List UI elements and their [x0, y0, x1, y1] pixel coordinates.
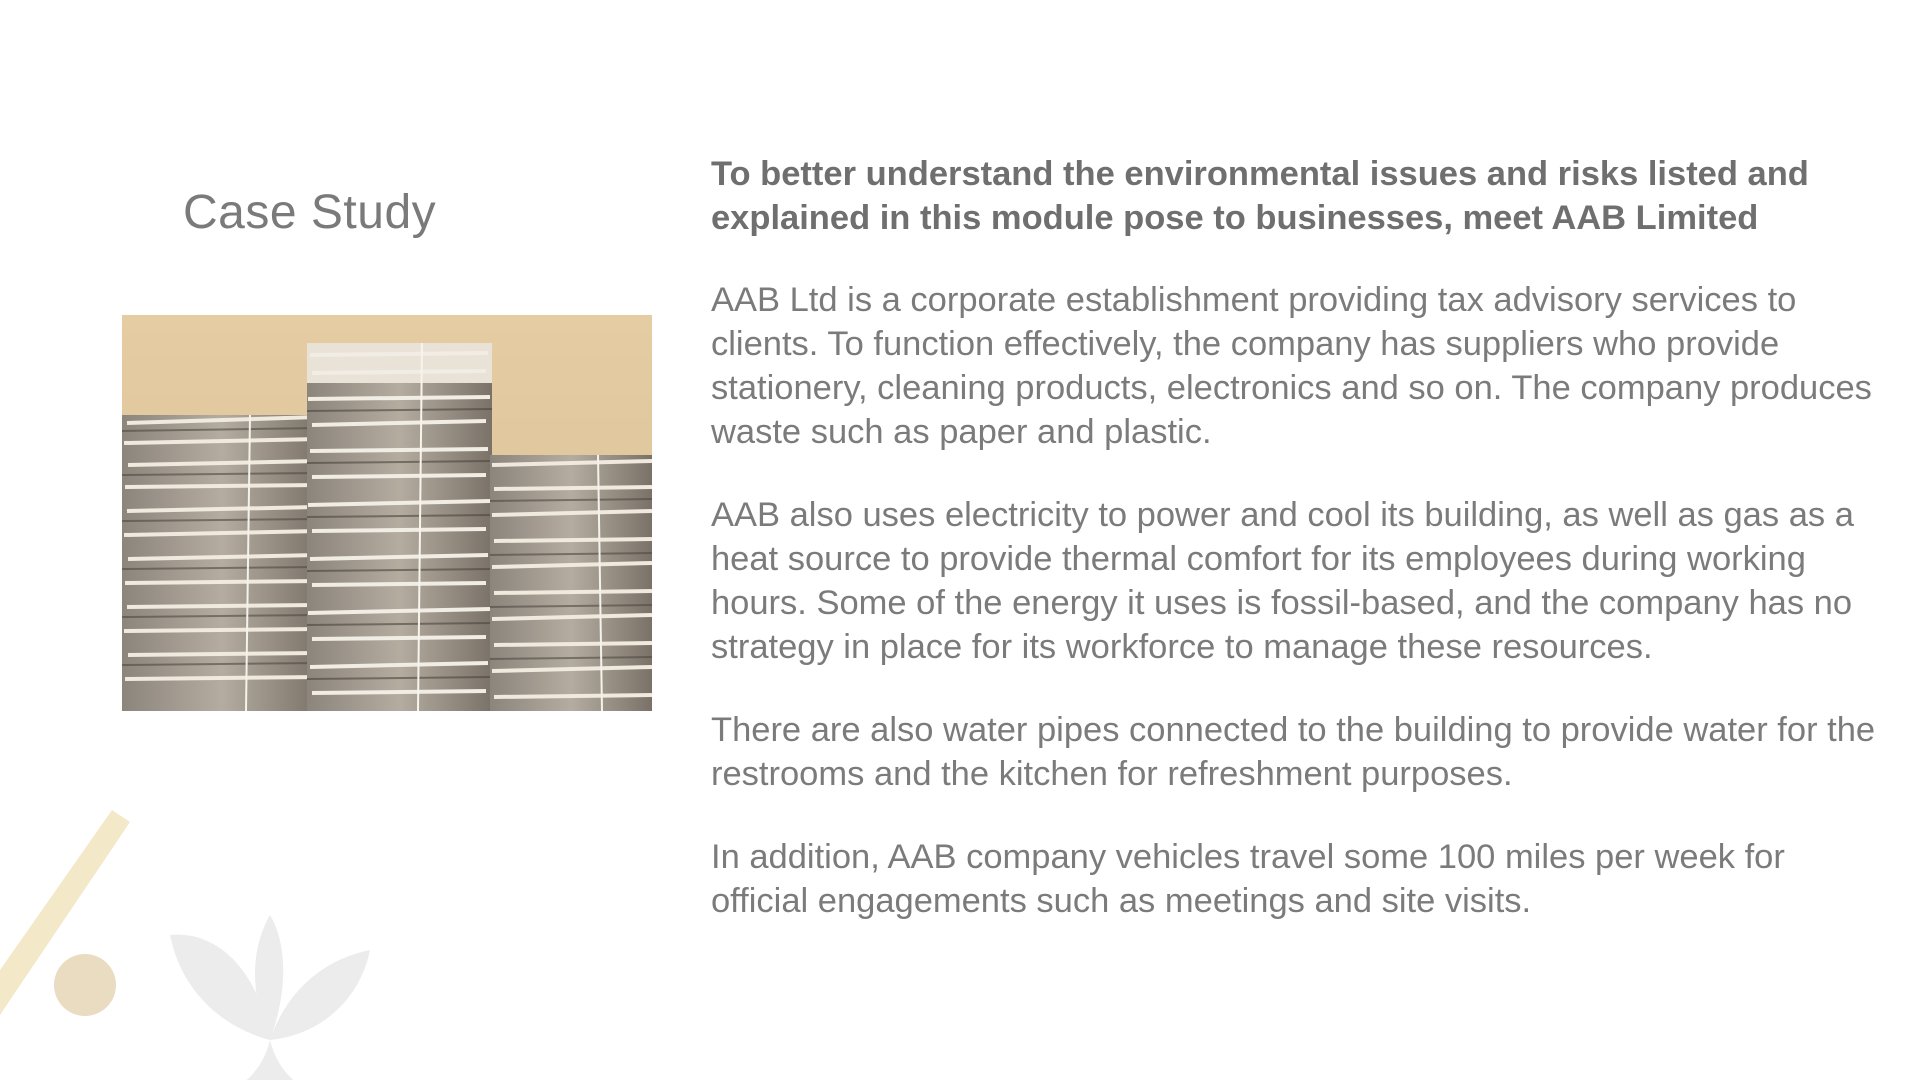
paper-stack-left: [122, 414, 323, 711]
decorative-leaf-graphic: [0, 810, 370, 1080]
paragraph-supplies-waste: AAB Ltd is a corporate establishment pro…: [711, 281, 1872, 451]
stacked-paper-photo: [122, 315, 652, 711]
slide-title: Case Study: [183, 186, 437, 239]
paper-stack-middle: [306, 342, 493, 711]
leaf-icon: [170, 915, 370, 1080]
lead-paragraph: To better understand the environmental i…: [711, 155, 1809, 237]
slide: Case Study To better understand the envi…: [0, 0, 1920, 1080]
decorative-dot: [54, 954, 116, 1016]
paragraph-water: There are also water pipes connected to …: [711, 711, 1876, 793]
paragraph-vehicles: In addition, AAB company vehicles travel…: [711, 838, 1785, 920]
paragraph-energy: AAB also uses electricity to power and c…: [711, 496, 1854, 666]
paper-stack-right: [489, 454, 652, 711]
case-study-body: To better understand the environmental i…: [711, 152, 1891, 962]
